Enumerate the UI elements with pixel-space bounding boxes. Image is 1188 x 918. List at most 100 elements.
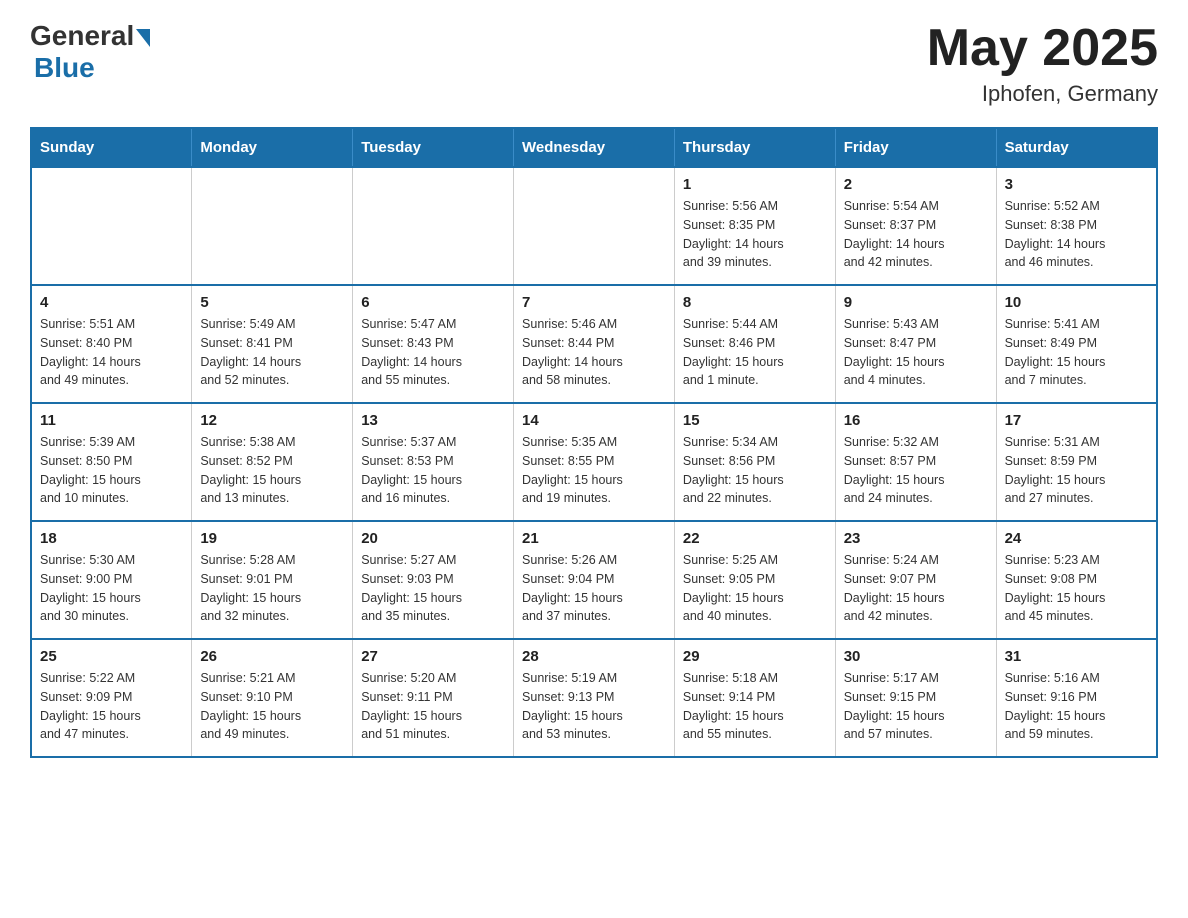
calendar-cell: 17 Sunrise: 5:31 AM Sunset: 8:59 PM Dayli… — [996, 403, 1157, 521]
page-header: General Blue May 2025 Iphofen, Germany — [30, 20, 1158, 107]
logo-arrow-icon — [136, 29, 150, 47]
day-number: 2 — [844, 176, 988, 193]
col-sunday: Sunday — [31, 128, 192, 167]
logo-general-text: General — [30, 20, 134, 52]
day-info: Sunrise: 5:26 AM Sunset: 9:04 PM Dayligh… — [522, 551, 666, 626]
calendar-cell: 2 Sunrise: 5:54 AM Sunset: 8:37 PM Daylig… — [835, 167, 996, 285]
calendar-table: Sunday Monday Tuesday Wednesday Thursday… — [30, 127, 1158, 758]
col-thursday: Thursday — [674, 128, 835, 167]
day-number: 6 — [361, 294, 505, 311]
day-number: 25 — [40, 648, 183, 665]
calendar-cell: 25 Sunrise: 5:22 AM Sunset: 9:09 PM Dayli… — [31, 639, 192, 757]
day-number: 31 — [1005, 648, 1148, 665]
calendar-cell — [31, 167, 192, 285]
calendar-cell — [353, 167, 514, 285]
calendar-cell: 27Sunrise: 5:20 AM Sunset: 9:11 PM Dayli… — [353, 639, 514, 757]
calendar-cell: 1 Sunrise: 5:56 AM Sunset: 8:35 PM Daylig… — [674, 167, 835, 285]
day-info: Sunrise: 5:16 AM Sunset: 9:16 PM Dayligh… — [1005, 669, 1148, 744]
day-info: Sunrise: 5:44 AM Sunset: 8:46 PM Dayligh… — [683, 315, 827, 390]
calendar-cell — [192, 167, 353, 285]
day-number: 15 — [683, 412, 827, 429]
day-info: Sunrise: 5:54 AM Sunset: 8:37 PM Dayligh… — [844, 197, 988, 272]
day-number: 20 — [361, 530, 505, 547]
day-info: Sunrise: 5:34 AM Sunset: 8:56 PM Dayligh… — [683, 433, 827, 508]
day-info: Sunrise: 5:25 AM Sunset: 9:05 PM Dayligh… — [683, 551, 827, 626]
day-number: 24 — [1005, 530, 1148, 547]
calendar-cell: 19 Sunrise: 5:28 AM Sunset: 9:01 PM Dayli… — [192, 521, 353, 639]
day-info: Sunrise: 5:39 AM Sunset: 8:50 PM Dayligh… — [40, 433, 183, 508]
calendar-cell: 21 Sunrise: 5:26 AM Sunset: 9:04 PM Dayli… — [514, 521, 675, 639]
calendar-cell: 10 Sunrise: 5:41 AM Sunset: 8:49 PM Dayli… — [996, 285, 1157, 403]
day-number: 12 — [200, 412, 344, 429]
day-info: Sunrise: 5:38 AM Sunset: 8:52 PM Dayligh… — [200, 433, 344, 508]
day-number: 22 — [683, 530, 827, 547]
calendar-cell: 16 Sunrise: 5:32 AM Sunset: 8:57 PM Dayli… — [835, 403, 996, 521]
calendar-cell: 22 Sunrise: 5:25 AM Sunset: 9:05 PM Dayli… — [674, 521, 835, 639]
calendar-cell: 7 Sunrise: 5:46 AM Sunset: 8:44 PM Daylig… — [514, 285, 675, 403]
day-number: 1 — [683, 176, 827, 193]
day-number: 17 — [1005, 412, 1148, 429]
day-number: 4 — [40, 294, 183, 311]
calendar-week-1: 1 Sunrise: 5:56 AM Sunset: 8:35 PM Daylig… — [31, 167, 1157, 285]
day-number: 19 — [200, 530, 344, 547]
day-info: Sunrise: 5:18 AM Sunset: 9:14 PM Dayligh… — [683, 669, 827, 744]
day-number: 8 — [683, 294, 827, 311]
day-info: Sunrise: 5:41 AM Sunset: 8:49 PM Dayligh… — [1005, 315, 1148, 390]
calendar-cell: 31 Sunrise: 5:16 AM Sunset: 9:16 PM Dayli… — [996, 639, 1157, 757]
calendar-header-row: Sunday Monday Tuesday Wednesday Thursday… — [31, 128, 1157, 167]
calendar-cell: 3Sunrise: 5:52 AM Sunset: 8:38 PM Daylig… — [996, 167, 1157, 285]
day-info: Sunrise: 5:19 AM Sunset: 9:13 PM Dayligh… — [522, 669, 666, 744]
col-monday: Monday — [192, 128, 353, 167]
col-wednesday: Wednesday — [514, 128, 675, 167]
calendar-title: May 2025 — [927, 20, 1158, 77]
day-info: Sunrise: 5:51 AM Sunset: 8:40 PM Dayligh… — [40, 315, 183, 390]
day-number: 10 — [1005, 294, 1148, 311]
day-number: 27 — [361, 648, 505, 665]
calendar-week-4: 18Sunrise: 5:30 AM Sunset: 9:00 PM Dayli… — [31, 521, 1157, 639]
calendar-cell: 29 Sunrise: 5:18 AM Sunset: 9:14 PM Dayli… — [674, 639, 835, 757]
logo-blue-text: Blue — [34, 52, 95, 84]
day-info: Sunrise: 5:37 AM Sunset: 8:53 PM Dayligh… — [361, 433, 505, 508]
day-info: Sunrise: 5:17 AM Sunset: 9:15 PM Dayligh… — [844, 669, 988, 744]
logo: General Blue — [30, 20, 150, 84]
calendar-cell: 15 Sunrise: 5:34 AM Sunset: 8:56 PM Dayli… — [674, 403, 835, 521]
col-tuesday: Tuesday — [353, 128, 514, 167]
day-info: Sunrise: 5:31 AM Sunset: 8:59 PM Dayligh… — [1005, 433, 1148, 508]
day-info: Sunrise: 5:43 AM Sunset: 8:47 PM Dayligh… — [844, 315, 988, 390]
day-info: Sunrise: 5:28 AM Sunset: 9:01 PM Dayligh… — [200, 551, 344, 626]
title-block: May 2025 Iphofen, Germany — [927, 20, 1158, 107]
calendar-cell — [514, 167, 675, 285]
calendar-cell: 23Sunrise: 5:24 AM Sunset: 9:07 PM Dayli… — [835, 521, 996, 639]
day-number: 30 — [844, 648, 988, 665]
calendar-cell: 30 Sunrise: 5:17 AM Sunset: 9:15 PM Dayli… — [835, 639, 996, 757]
day-number: 5 — [200, 294, 344, 311]
calendar-cell: 24Sunrise: 5:23 AM Sunset: 9:08 PM Dayli… — [996, 521, 1157, 639]
calendar-week-3: 11 Sunrise: 5:39 AM Sunset: 8:50 PM Dayli… — [31, 403, 1157, 521]
day-info: Sunrise: 5:35 AM Sunset: 8:55 PM Dayligh… — [522, 433, 666, 508]
day-info: Sunrise: 5:52 AM Sunset: 8:38 PM Dayligh… — [1005, 197, 1148, 272]
day-number: 7 — [522, 294, 666, 311]
day-number: 21 — [522, 530, 666, 547]
calendar-week-5: 25 Sunrise: 5:22 AM Sunset: 9:09 PM Dayli… — [31, 639, 1157, 757]
day-number: 16 — [844, 412, 988, 429]
day-info: Sunrise: 5:32 AM Sunset: 8:57 PM Dayligh… — [844, 433, 988, 508]
calendar-cell: 12 Sunrise: 5:38 AM Sunset: 8:52 PM Dayli… — [192, 403, 353, 521]
day-number: 13 — [361, 412, 505, 429]
day-number: 9 — [844, 294, 988, 311]
day-info: Sunrise: 5:46 AM Sunset: 8:44 PM Dayligh… — [522, 315, 666, 390]
day-info: Sunrise: 5:30 AM Sunset: 9:00 PM Dayligh… — [40, 551, 183, 626]
day-info: Sunrise: 5:24 AM Sunset: 9:07 PM Dayligh… — [844, 551, 988, 626]
calendar-week-2: 4 Sunrise: 5:51 AM Sunset: 8:40 PM Daylig… — [31, 285, 1157, 403]
col-saturday: Saturday — [996, 128, 1157, 167]
day-info: Sunrise: 5:27 AM Sunset: 9:03 PM Dayligh… — [361, 551, 505, 626]
day-info: Sunrise: 5:49 AM Sunset: 8:41 PM Dayligh… — [200, 315, 344, 390]
day-number: 11 — [40, 412, 183, 429]
day-number: 29 — [683, 648, 827, 665]
day-info: Sunrise: 5:22 AM Sunset: 9:09 PM Dayligh… — [40, 669, 183, 744]
calendar-cell: 18Sunrise: 5:30 AM Sunset: 9:00 PM Dayli… — [31, 521, 192, 639]
calendar-cell: 4 Sunrise: 5:51 AM Sunset: 8:40 PM Daylig… — [31, 285, 192, 403]
day-info: Sunrise: 5:56 AM Sunset: 8:35 PM Dayligh… — [683, 197, 827, 272]
col-friday: Friday — [835, 128, 996, 167]
calendar-cell: 13 Sunrise: 5:37 AM Sunset: 8:53 PM Dayli… — [353, 403, 514, 521]
day-info: Sunrise: 5:47 AM Sunset: 8:43 PM Dayligh… — [361, 315, 505, 390]
